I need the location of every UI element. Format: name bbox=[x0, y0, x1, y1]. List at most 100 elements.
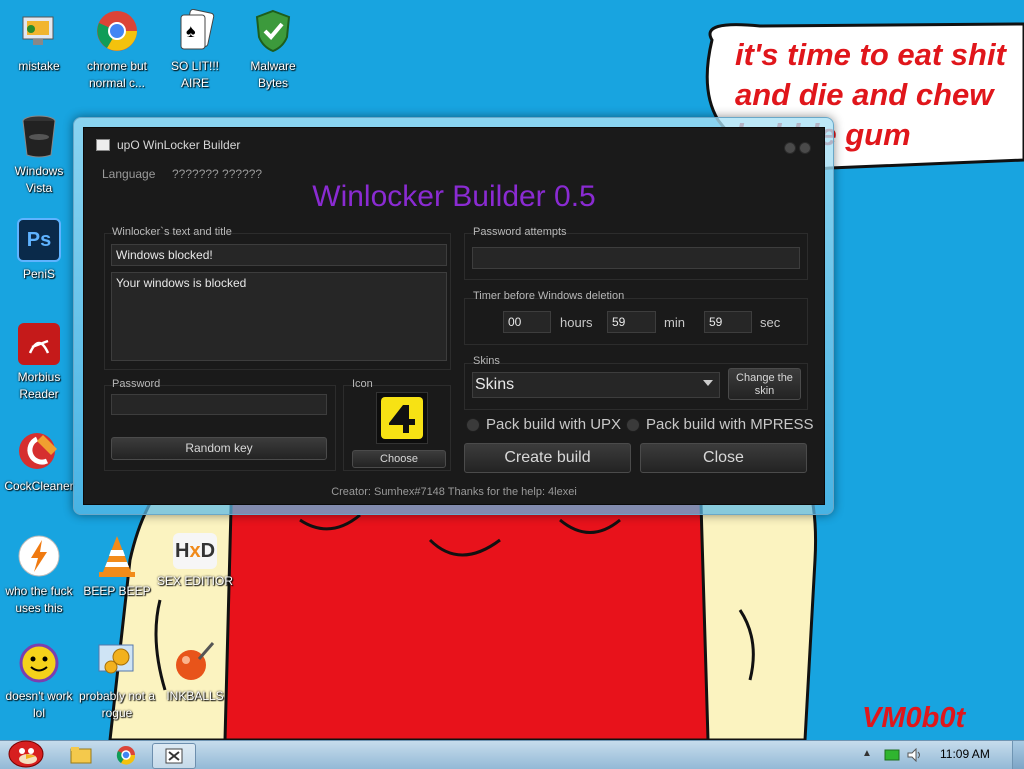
skins-selected-value: Skins bbox=[475, 376, 515, 393]
clock[interactable]: 11:09 AM bbox=[940, 747, 990, 761]
timer-hours-input[interactable] bbox=[503, 311, 551, 333]
desktop-icon-recycle-bin[interactable]: Windows Vista bbox=[0, 113, 78, 197]
desktop-icon-pdf-reader[interactable]: Morbius Reader bbox=[0, 323, 78, 403]
cards-icon: ♠ bbox=[172, 8, 218, 54]
wallpaper-signature: VM0b0t bbox=[862, 702, 966, 734]
inkball-icon bbox=[172, 638, 218, 684]
password-attempts-label: Password attempts bbox=[473, 226, 567, 238]
angry-bird-icon bbox=[8, 740, 44, 768]
password-attempts-input[interactable] bbox=[472, 247, 800, 269]
app-heading: Winlocker Builder 0.5 bbox=[312, 180, 596, 213]
tray-expand-icon[interactable]: ▲ bbox=[862, 748, 872, 759]
desktop-icon-label: mistake bbox=[18, 59, 60, 73]
title-bar[interactable]: upO WinLocker Builder bbox=[84, 128, 824, 162]
create-build-button[interactable]: Create build bbox=[464, 443, 631, 473]
recycle-bin-icon bbox=[16, 113, 62, 159]
skins-group-label: Skins bbox=[473, 355, 500, 367]
credits-footer: Creator: Sumhex#7148 Thanks for the help… bbox=[331, 486, 577, 498]
desktop-icon-label: Windows Vista bbox=[14, 164, 64, 195]
yahoo-icon bbox=[16, 638, 62, 684]
locker-title-input[interactable] bbox=[111, 244, 447, 266]
desktop-icon-label: SO LIT!!! AIRE bbox=[170, 59, 219, 90]
language-selector[interactable]: ??????? ?????? bbox=[172, 167, 262, 181]
desktop-icon-ccleaner[interactable]: CockCleaner bbox=[0, 428, 78, 495]
minimize-icon[interactable] bbox=[784, 142, 796, 154]
desktop-icon-label: SEX EDITIOR bbox=[156, 574, 233, 588]
locker-text-area[interactable]: Your windows is blocked bbox=[111, 272, 447, 361]
desktop-icon-label: BEEP BEEP bbox=[83, 584, 151, 598]
pack-upx-label: Pack build with UPX bbox=[486, 416, 622, 433]
close-window-icon[interactable] bbox=[799, 142, 811, 154]
random-key-button[interactable]: Random key bbox=[111, 437, 327, 460]
text-title-group-label: Winlocker`s text and title bbox=[112, 226, 232, 238]
window-title: upO WinLocker Builder bbox=[117, 138, 241, 152]
photoshop-icon: Ps bbox=[17, 218, 61, 262]
change-skin-button[interactable]: Change the skin bbox=[728, 368, 801, 400]
desktop-icon-label: CockCleaner bbox=[4, 479, 74, 493]
pack-mpress-label: Pack build with MPRESS bbox=[646, 416, 814, 433]
desktop-icon-mistake[interactable]: mistake bbox=[0, 8, 78, 75]
timer-sec-input[interactable] bbox=[704, 311, 752, 333]
choose-icon-button[interactable]: Choose bbox=[352, 450, 446, 468]
hours-unit: hours bbox=[560, 315, 593, 330]
window-body: upO WinLocker Builder Language ??????? ?… bbox=[83, 127, 825, 505]
locker-icon-preview bbox=[376, 392, 428, 444]
folder-icon bbox=[70, 747, 92, 764]
cone-icon bbox=[94, 533, 140, 579]
timer-group-label: Timer before Windows deletion bbox=[473, 290, 625, 302]
winlocker-builder-window: upO WinLocker Builder Language ??????? ?… bbox=[73, 117, 834, 515]
icon-group-label: Icon bbox=[352, 378, 373, 390]
taskbar-chrome[interactable] bbox=[107, 743, 145, 767]
volume-icon[interactable] bbox=[906, 747, 924, 767]
chrome-icon bbox=[116, 746, 136, 765]
radio-icon bbox=[466, 417, 480, 432]
desktop-icon-chrome[interactable]: chrome but normal c... bbox=[78, 8, 156, 92]
speech-line: it's time to eat shit bbox=[735, 37, 1006, 72]
taskbar-winlocker[interactable] bbox=[152, 743, 196, 769]
computer-icon bbox=[16, 8, 62, 54]
desktop-icon-vlc[interactable]: BEEP BEEP bbox=[78, 533, 156, 600]
pack-upx-option[interactable]: Pack build with UPX bbox=[466, 416, 621, 433]
desktop-icon-gears[interactable]: probably not a rogue bbox=[78, 638, 156, 722]
min-unit: min bbox=[664, 315, 685, 330]
close-button[interactable]: Close bbox=[640, 443, 807, 473]
network-icon[interactable] bbox=[884, 748, 900, 767]
speech-line: and die and chew bbox=[735, 77, 994, 112]
taskbar: ▲ 11:09 AM bbox=[0, 740, 1024, 769]
chevron-down-icon bbox=[703, 380, 713, 386]
radio-icon bbox=[626, 417, 640, 432]
pdf-icon bbox=[18, 323, 60, 365]
taskbar-explorer[interactable] bbox=[62, 743, 100, 767]
desktop-icon-label: Malware Bytes bbox=[250, 59, 296, 90]
desktop-icon-yahoo[interactable]: doesn't work lol bbox=[0, 638, 78, 722]
desktop-icon-solitaire[interactable]: ♠ SO LIT!!! AIRE bbox=[156, 8, 234, 92]
hex-editor-icon: HxD bbox=[173, 533, 217, 569]
password-input[interactable] bbox=[111, 394, 327, 415]
language-label: Language bbox=[102, 167, 156, 181]
app-icon bbox=[165, 748, 183, 764]
gears-icon bbox=[94, 638, 140, 684]
skins-dropdown[interactable]: Skins bbox=[472, 372, 720, 398]
timer-min-input[interactable] bbox=[607, 311, 656, 333]
desktop-icon-photoshop[interactable]: Ps PeniS bbox=[0, 218, 78, 283]
chrome-icon bbox=[94, 8, 140, 54]
desktop-icon-hex-editor[interactable]: HxD SEX EDITIOR bbox=[156, 533, 234, 590]
desktop-icon-label: doesn't work lol bbox=[5, 689, 73, 720]
show-desktop-button[interactable] bbox=[1012, 741, 1024, 769]
desktop-icon-label: Morbius Reader bbox=[17, 370, 61, 401]
desktop-icon-label: who the fuck uses this bbox=[5, 584, 73, 615]
sec-unit: sec bbox=[760, 315, 781, 330]
desktop-icon-label: chrome but normal c... bbox=[86, 59, 148, 90]
shield-icon bbox=[250, 8, 296, 54]
lightning-icon bbox=[16, 533, 62, 579]
desktop-icon-inkball[interactable]: INKBALLS bbox=[156, 638, 234, 705]
locker-icon bbox=[381, 397, 423, 439]
start-button[interactable] bbox=[4, 735, 48, 769]
app-icon bbox=[96, 139, 110, 151]
desktop-icon-malwarebytes[interactable]: Malware Bytes bbox=[234, 8, 312, 92]
pack-mpress-option[interactable]: Pack build with MPRESS bbox=[626, 416, 814, 433]
password-group-label: Password bbox=[112, 378, 161, 390]
desktop-icon-label: PeniS bbox=[22, 267, 56, 281]
broom-icon bbox=[16, 428, 62, 474]
desktop-icon-lightning[interactable]: who the fuck uses this bbox=[0, 533, 78, 617]
